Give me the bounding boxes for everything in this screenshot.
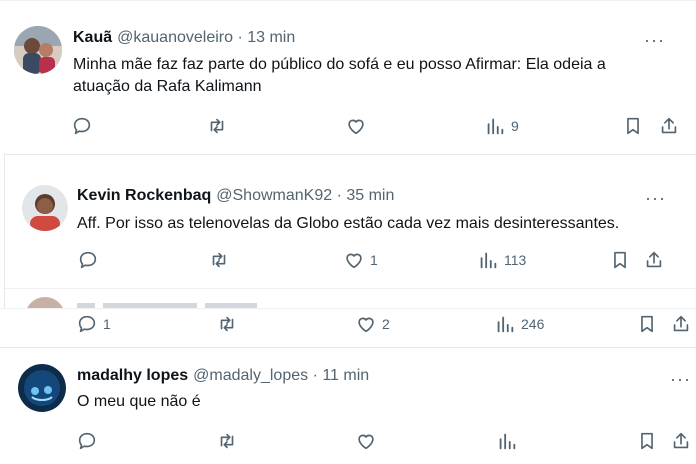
repost-button[interactable] bbox=[216, 313, 238, 335]
share-button[interactable] bbox=[670, 313, 692, 335]
views-count: 246 bbox=[521, 316, 545, 332]
tweet-text: O meu que não é bbox=[77, 393, 201, 410]
avatar-photo-icon bbox=[14, 26, 62, 74]
share-icon bbox=[670, 430, 692, 452]
meta-separator: · bbox=[308, 367, 323, 384]
like-count: 2 bbox=[382, 316, 390, 332]
author-handle[interactable]: @ShowmanK92 bbox=[216, 187, 332, 205]
views-button[interactable]: 113 bbox=[477, 249, 526, 271]
reply-icon bbox=[76, 430, 98, 452]
repost-button[interactable] bbox=[216, 430, 238, 452]
reply-icon bbox=[71, 115, 93, 137]
like-icon bbox=[343, 249, 365, 271]
reply-button[interactable] bbox=[71, 115, 93, 137]
author-name[interactable]: Kauã bbox=[73, 29, 112, 47]
tweet-madalhy[interactable]: madalhy lopes @madaly_lopes · 11 min ···… bbox=[0, 347, 696, 464]
repost-icon bbox=[216, 430, 238, 452]
bookmark-button[interactable] bbox=[622, 115, 644, 137]
avatar-photo-icon bbox=[18, 364, 66, 412]
like-button[interactable]: 2 bbox=[355, 313, 390, 335]
reply-button[interactable] bbox=[77, 249, 99, 271]
timestamp[interactable]: 11 min bbox=[322, 367, 369, 385]
repost-icon bbox=[208, 249, 230, 271]
views-icon bbox=[484, 115, 506, 137]
tweet-text: Minha mãe faz faz parte do público do so… bbox=[73, 54, 606, 98]
divider bbox=[5, 288, 696, 289]
share-icon bbox=[658, 115, 680, 137]
tweet-kevin[interactable]: Kevin Rockenbaq @ShowmanK92 · 35 min ···… bbox=[4, 154, 696, 308]
more-icon[interactable]: ··· bbox=[645, 189, 666, 207]
share-button[interactable] bbox=[643, 249, 665, 271]
like-button[interactable] bbox=[345, 115, 367, 137]
views-button[interactable]: 246 bbox=[494, 313, 544, 335]
like-button[interactable] bbox=[355, 430, 377, 452]
share-button[interactable] bbox=[658, 115, 680, 137]
bookmark-icon bbox=[622, 115, 644, 137]
views-count: 113 bbox=[504, 252, 527, 268]
author-name[interactable]: madalhy lopes bbox=[77, 367, 188, 385]
bookmark-icon bbox=[609, 249, 631, 271]
repost-button[interactable] bbox=[206, 115, 228, 137]
reply-count: 1 bbox=[103, 316, 111, 332]
bookmark-button[interactable] bbox=[636, 313, 658, 335]
repost-icon bbox=[206, 115, 228, 137]
author-name[interactable]: Kevin Rockenbaq bbox=[77, 187, 211, 205]
avatar[interactable] bbox=[18, 364, 66, 412]
meta-separator: · bbox=[233, 29, 248, 46]
views-button[interactable] bbox=[496, 430, 518, 452]
bookmark-button[interactable] bbox=[636, 430, 658, 452]
timestamp[interactable]: 35 min bbox=[346, 187, 394, 205]
reply-icon bbox=[76, 313, 98, 335]
meta-separator: · bbox=[332, 187, 347, 204]
views-icon bbox=[496, 430, 518, 452]
tweet-text: Aff. Por isso as telenovelas da Globo es… bbox=[77, 215, 620, 232]
share-icon bbox=[670, 313, 692, 335]
avatar[interactable] bbox=[14, 26, 62, 74]
avatar-photo-icon bbox=[22, 185, 68, 231]
like-icon bbox=[355, 430, 377, 452]
avatar-partial bbox=[25, 297, 65, 308]
views-icon bbox=[477, 249, 499, 271]
repost-icon bbox=[216, 313, 238, 335]
share-icon bbox=[643, 249, 665, 271]
reply-icon bbox=[77, 249, 99, 271]
more-icon[interactable]: ··· bbox=[644, 31, 665, 49]
tweet-text-line: Minha mãe faz faz parte do público do so… bbox=[73, 56, 606, 73]
reply-button[interactable] bbox=[76, 430, 98, 452]
avatar[interactable] bbox=[22, 185, 68, 231]
views-icon bbox=[494, 313, 516, 335]
reply-button[interactable]: 1 bbox=[76, 313, 111, 335]
share-button[interactable] bbox=[670, 430, 692, 452]
tweet-text-line: atuação da Rafa Kalimann bbox=[73, 78, 262, 95]
views-count: 9 bbox=[511, 118, 519, 134]
like-icon bbox=[355, 313, 377, 335]
timestamp[interactable]: 13 min bbox=[247, 29, 295, 47]
bookmark-button[interactable] bbox=[609, 249, 631, 271]
author-handle[interactable]: @madaly_lopes bbox=[193, 367, 308, 385]
author-handle[interactable]: @kauanoveleiro bbox=[117, 29, 233, 47]
bookmark-icon bbox=[636, 430, 658, 452]
tweet-partial[interactable]: 1 2 246 bbox=[0, 308, 696, 346]
like-button[interactable]: 1 bbox=[343, 249, 378, 271]
views-button[interactable]: 9 bbox=[484, 115, 519, 137]
tweet-kaua[interactable]: Kauã @kauanoveleiro · 13 min ··· Minha m… bbox=[0, 0, 696, 152]
bookmark-icon bbox=[636, 313, 658, 335]
like-count: 1 bbox=[370, 252, 378, 268]
repost-button[interactable] bbox=[208, 249, 230, 271]
more-icon[interactable]: ··· bbox=[670, 370, 691, 388]
like-icon bbox=[345, 115, 367, 137]
